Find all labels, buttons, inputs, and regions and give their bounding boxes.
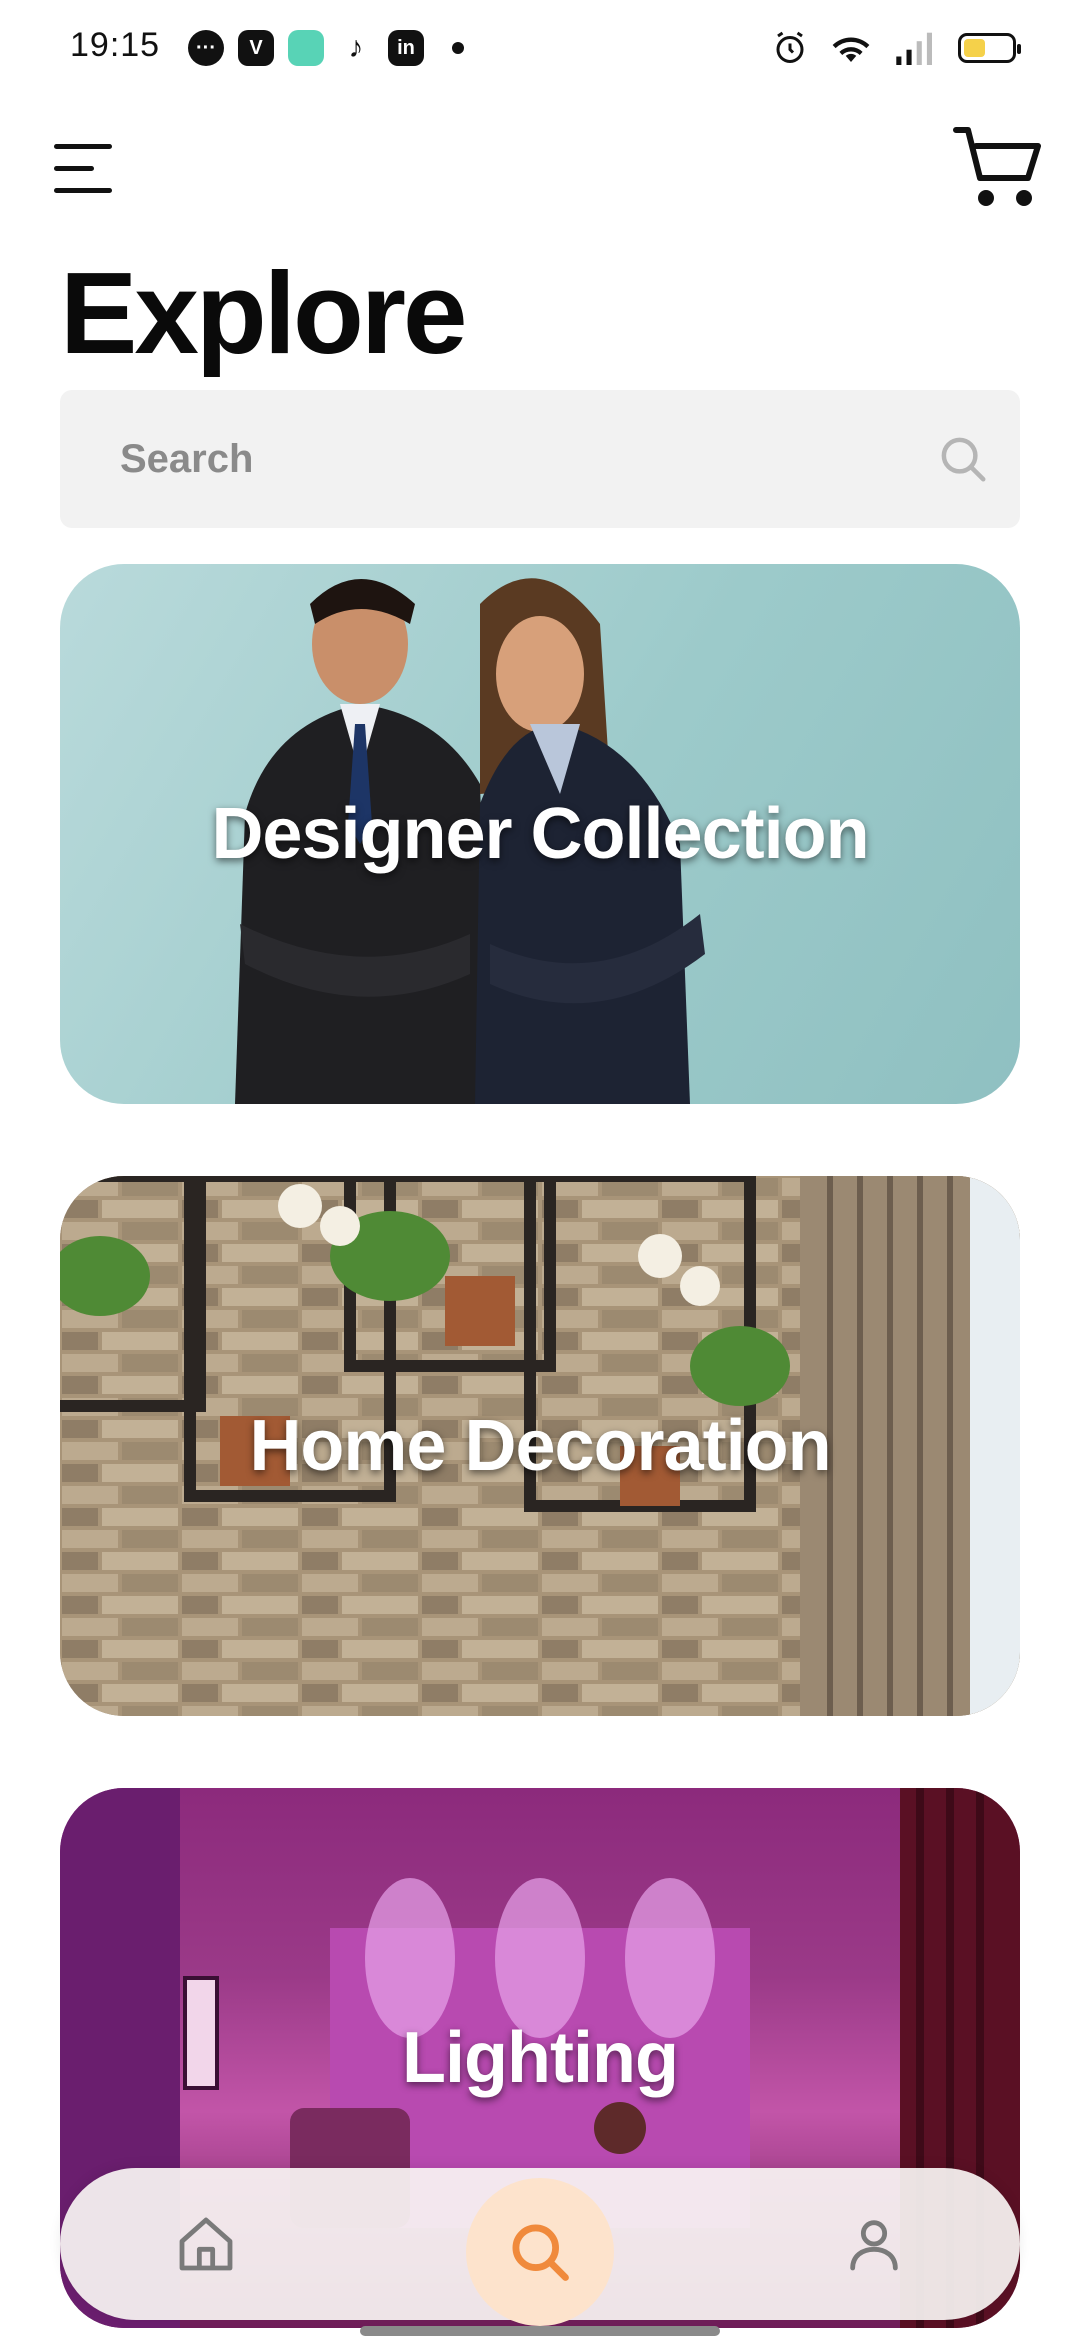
messenger-icon: ··· [188,30,224,66]
category-card-designer-collection[interactable]: Designer Collection [60,564,1020,1104]
category-label: Lighting [402,2018,679,2098]
alarm-icon [776,31,804,63]
battery-icon [958,33,1021,63]
bottom-navigation [60,2168,1020,2326]
wifi-icon [832,37,870,62]
search-input[interactable] [60,390,1020,528]
nav-profile[interactable] [820,2190,928,2298]
system-icons [772,30,1021,66]
notification-icons: ··· V ♪ in [188,30,464,66]
search-bar[interactable] [60,390,1020,528]
signal-icon [896,32,932,65]
search-icon[interactable] [936,432,990,486]
home-icon [179,2217,233,2271]
nav-search[interactable] [466,2178,614,2326]
menu-button[interactable] [54,140,118,196]
profile-icon [850,2220,898,2271]
cart-icon[interactable] [952,118,1048,214]
explore-screen: 19:15 ··· V ♪ in Explore Search Designer… [0,0,1080,2340]
category-label: Designer Collection [211,794,869,874]
category-label: Home Decoration [249,1406,831,1486]
nav-home[interactable] [152,2190,260,2298]
teal-app-icon [288,30,324,66]
linkedin-icon: in [388,30,424,66]
more-notifications-icon [452,42,464,54]
status-bar: 19:15 ··· V ♪ in [0,0,1080,96]
category-card-home-decoration[interactable]: Home Decoration [60,1176,1020,1716]
search-icon [512,2224,569,2281]
status-time: 19:15 [70,26,161,64]
tiktok-icon: ♪ [348,31,364,64]
v-app-icon: V [238,30,274,66]
page-title: Explore [60,248,467,378]
home-indicator[interactable] [360,2326,720,2336]
